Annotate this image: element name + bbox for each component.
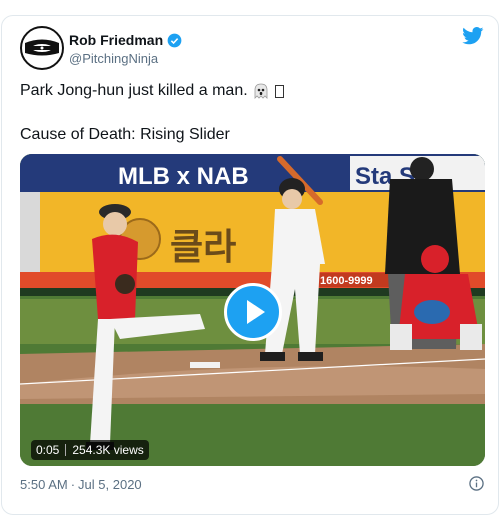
tweet-text-1: Park Jong-hun just killed a man. bbox=[20, 82, 248, 99]
play-icon bbox=[247, 300, 265, 324]
badge-divider bbox=[65, 444, 67, 456]
missing-glyph-icon bbox=[274, 84, 284, 98]
twitter-bird-icon[interactable] bbox=[462, 27, 484, 45]
tweet-text-line-2: Cause of Death: Rising Slider bbox=[20, 126, 230, 143]
timestamp-separator: · bbox=[70, 477, 76, 492]
ad-phone-text: 1600-9999 bbox=[320, 275, 373, 287]
video-duration: 0:05 bbox=[36, 443, 60, 457]
tweet-date[interactable]: Jul 5, 2020 bbox=[78, 477, 142, 492]
tweet-time[interactable]: 5:50 AM bbox=[20, 477, 68, 492]
tweet-timestamp[interactable]: 5:50 AM · Jul 5, 2020 bbox=[20, 477, 142, 492]
ad-text: 클라 bbox=[170, 227, 236, 268]
info-icon[interactable] bbox=[469, 476, 484, 491]
verified-badge-icon bbox=[167, 33, 182, 47]
author-display-name[interactable]: Rob Friedman bbox=[69, 32, 163, 48]
play-button[interactable] bbox=[224, 283, 282, 341]
author-handle[interactable]: @PitchingNinja bbox=[69, 51, 158, 66]
video-stats-badge: 0:05 254.3K views bbox=[31, 440, 149, 460]
video-views: 254.3K views bbox=[72, 443, 144, 457]
ninja-icon bbox=[23, 29, 61, 67]
tweet-text-line-1: Park Jong-hun just killed a man. bbox=[20, 82, 284, 100]
author-name-row[interactable]: Rob Friedman bbox=[69, 32, 182, 48]
ghost-emoji-icon bbox=[254, 83, 268, 99]
banner-text: MLB x NAB bbox=[118, 163, 249, 190]
avatar[interactable] bbox=[20, 26, 64, 70]
